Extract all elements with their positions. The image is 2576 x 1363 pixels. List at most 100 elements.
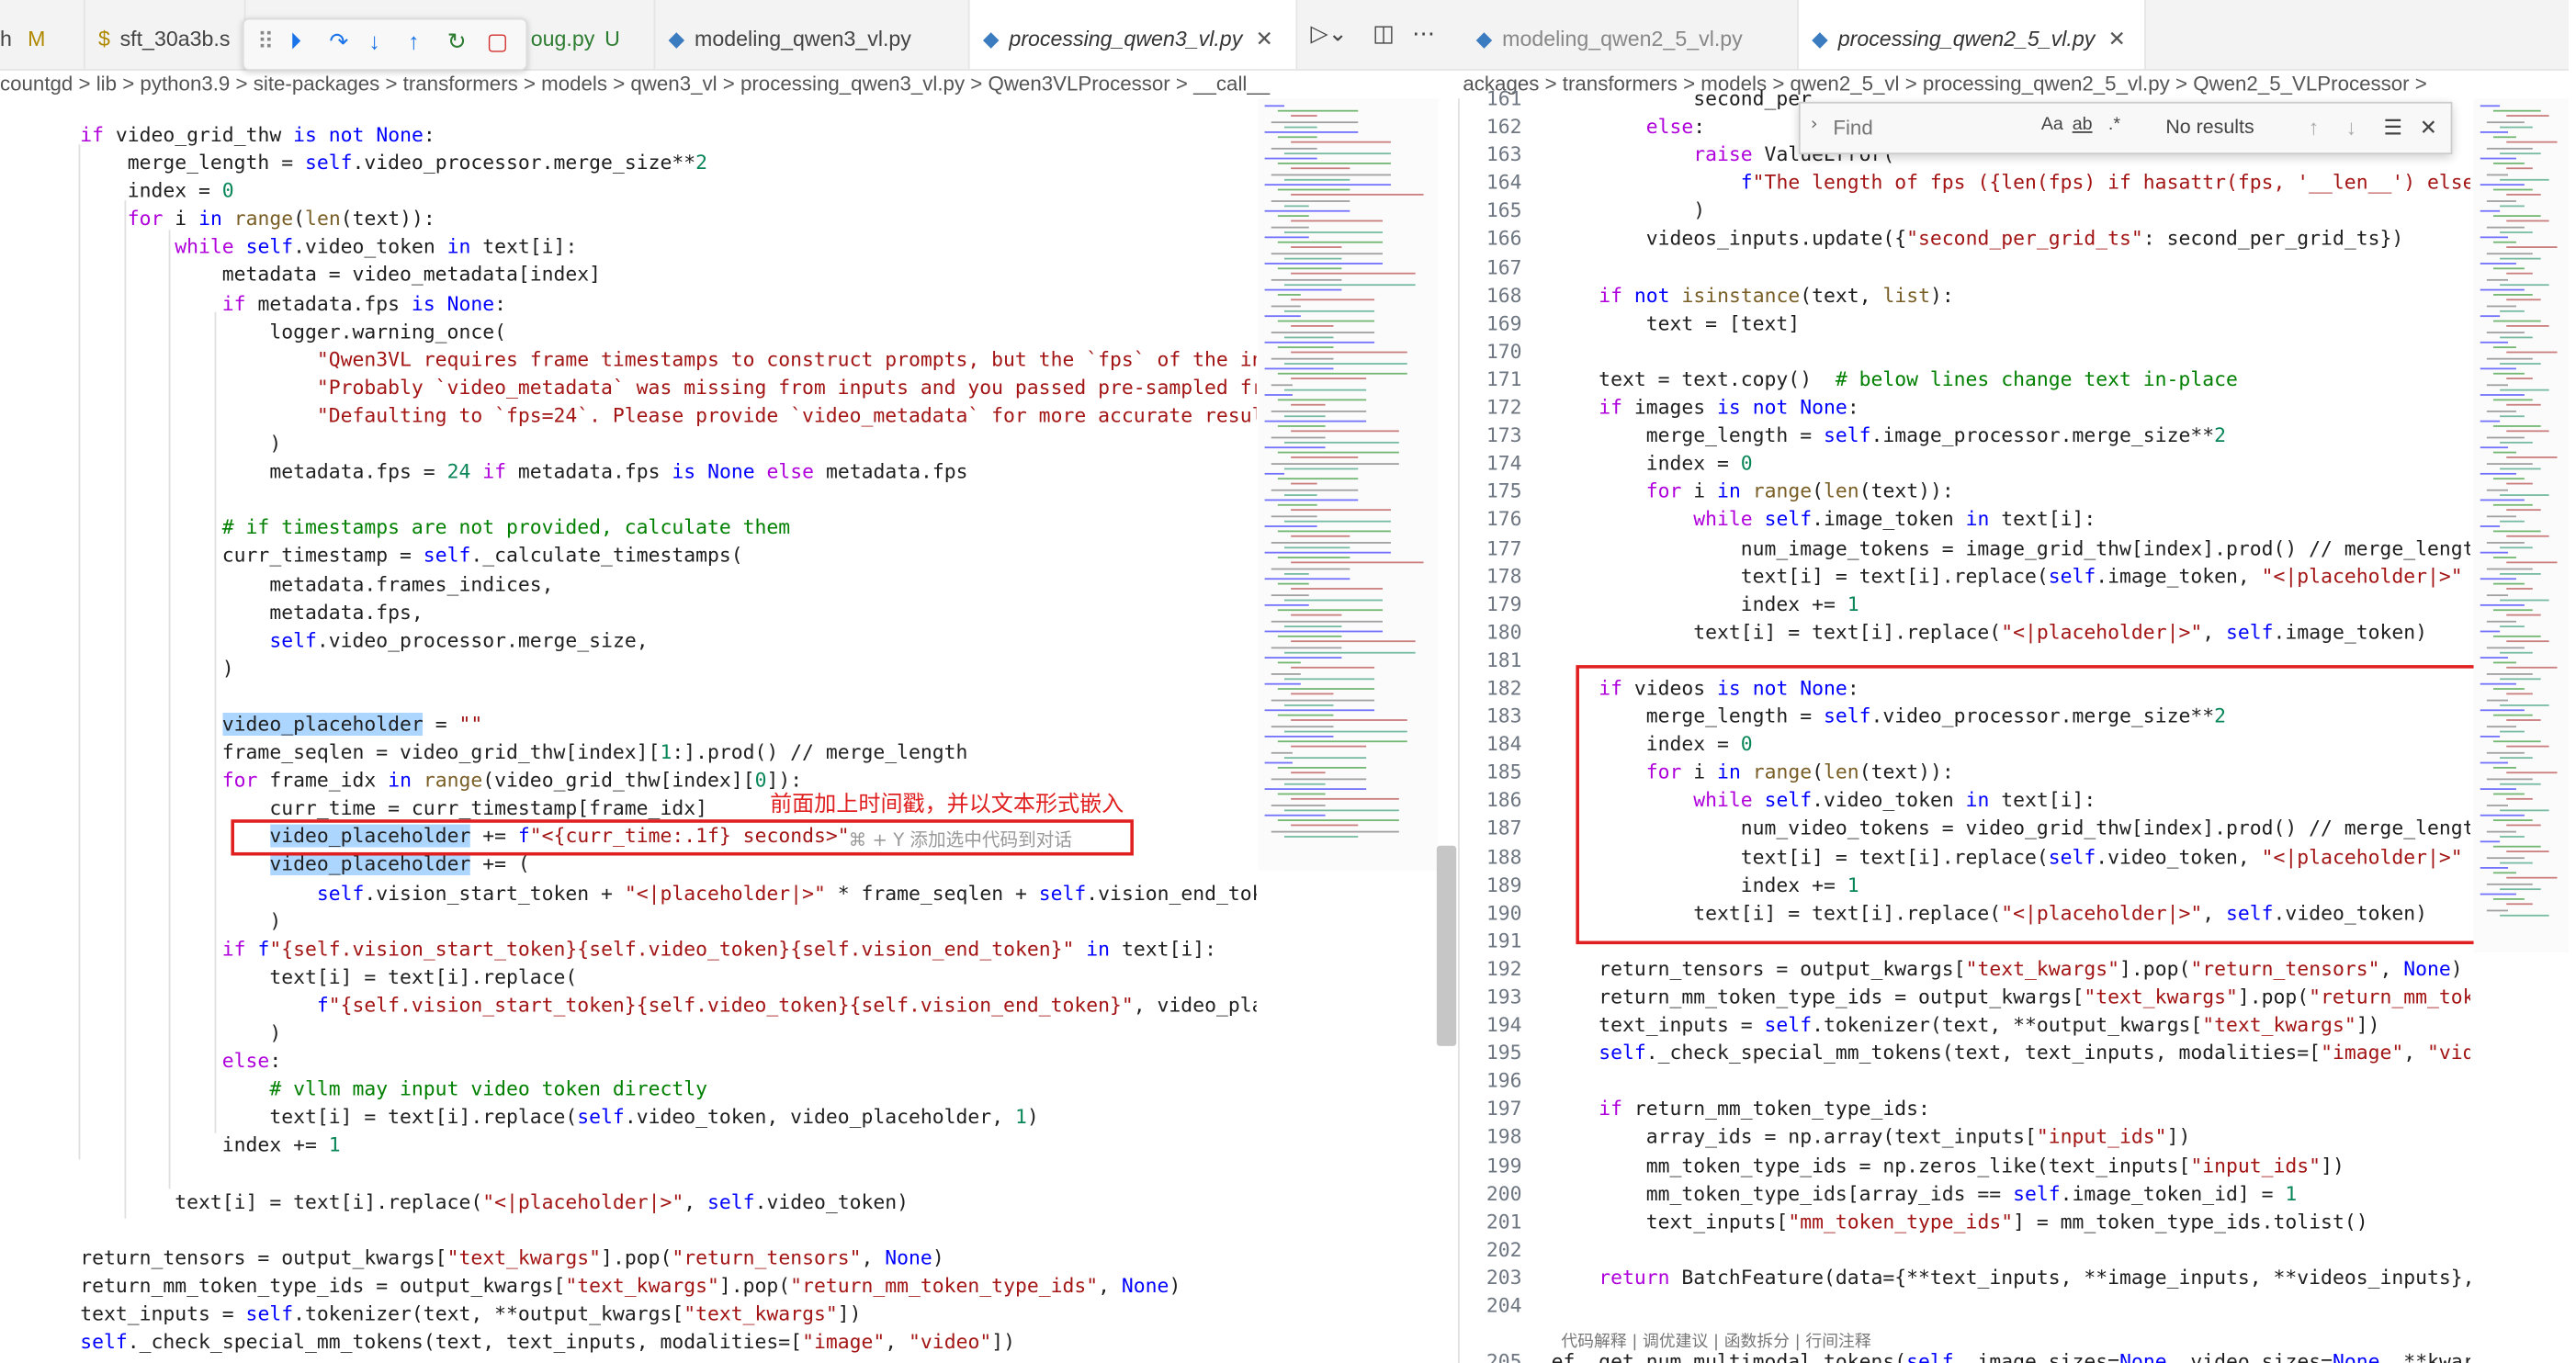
code-line[interactable]: while self.video_token in text[i]: <box>33 234 1257 263</box>
code-line[interactable]: ) <box>33 430 1257 458</box>
split-editor-icon[interactable]: ◫ <box>1373 19 1395 47</box>
code-line[interactable]: # if timestamps are not provided, calcul… <box>33 514 1257 543</box>
code-line[interactable] <box>1552 1236 2470 1265</box>
code-line[interactable]: self.video_processor.merge_size, <box>33 626 1257 655</box>
code-line[interactable]: num_image_tokens = image_grid_thw[index]… <box>1552 535 2470 563</box>
tab-processing-qwen3[interactable]: ◆ processing_qwen3_vl.py ✕ <box>969 0 1298 70</box>
code-line[interactable]: "Defaulting to `fps=24`. Please provide … <box>33 402 1257 431</box>
code-line[interactable]: for i in range(len(text)): <box>33 206 1257 234</box>
code-line[interactable]: ) <box>1552 197 2470 226</box>
tab-modeling-qwen3[interactable]: ◆ modeling_qwen3_vl.py <box>655 0 970 70</box>
ai-code-lens[interactable]: 代码解释 | 调优建议 | 函数拆分 | 行间注释 <box>1561 1327 1870 1352</box>
close-icon[interactable]: ✕ <box>1256 27 1273 51</box>
code-line[interactable]: if metadata.fps is None: <box>33 290 1257 319</box>
code-line[interactable]: # vllm may input video token directly <box>33 1076 1257 1104</box>
code-line[interactable] <box>1552 253 2470 282</box>
code-line[interactable]: if images is not None: <box>1552 394 2470 422</box>
code-line[interactable]: while self.image_token in text[i]: <box>1552 506 2470 535</box>
code-line[interactable]: f"{self.vision_start_token}{self.video_t… <box>33 992 1257 1020</box>
continue-icon[interactable]: ⏵ <box>290 28 301 55</box>
close-icon[interactable]: ✕ <box>2420 115 2437 141</box>
code-line[interactable] <box>33 487 1257 515</box>
code-line[interactable]: array_ids = np.array(text_inputs["input_… <box>1552 1124 2470 1153</box>
tab-modeling-qwen2_5[interactable]: ◆ modeling_qwen2_5_vl.py <box>1463 0 1799 70</box>
stop-icon[interactable]: ▢ <box>487 28 509 55</box>
chevron-right-icon[interactable]: › <box>1809 113 1820 134</box>
code-line[interactable]: text_inputs = self.tokenizer(text, **out… <box>33 1301 1257 1329</box>
tab-sft[interactable]: $ sft_30a3b.s <box>85 0 246 70</box>
code-line[interactable]: text[i] = text[i].replace("<|placeholder… <box>33 1188 1257 1217</box>
editor-split-divider[interactable] <box>1458 98 1460 1363</box>
regex-toggle[interactable]: .* <box>2108 115 2120 134</box>
step-over-icon[interactable]: ↷ <box>329 28 348 55</box>
code-line[interactable]: index += 1 <box>1552 591 2470 619</box>
code-line[interactable]: return_mm_token_type_ids = output_kwargs… <box>1552 984 2470 1012</box>
code-line[interactable]: videos_inputs.update({"second_per_grid_t… <box>1552 226 2470 254</box>
code-line[interactable]: "Probably `video_metadata` was missing f… <box>33 374 1257 402</box>
code-line[interactable]: frame_seqlen = video_grid_thw[index][1:]… <box>33 739 1257 768</box>
code-line[interactable]: f"The length of fps ({len(fps) if hasatt… <box>1552 170 2470 198</box>
minimap-left[interactable] <box>1258 98 1439 871</box>
code-line[interactable] <box>1552 1068 2470 1097</box>
scrollbar-left[interactable] <box>1436 845 1457 1046</box>
code-line[interactable]: "Qwen3VL requires frame timestamps to co… <box>33 346 1257 375</box>
code-line[interactable]: ) <box>33 1019 1257 1048</box>
code-line[interactable] <box>33 1160 1257 1188</box>
code-line[interactable]: metadata.fps, <box>33 599 1257 627</box>
code-line[interactable]: index = 0 <box>1552 450 2470 479</box>
code-line[interactable]: self._check_special_mm_tokens(text, text… <box>33 1329 1257 1357</box>
left-code-editor[interactable]: if video_grid_thw is not None: merge_len… <box>33 121 1257 1363</box>
run-icon[interactable]: ▷⌄ <box>1311 19 1348 47</box>
code-line[interactable]: metadata.fps = 24 if metadata.fps is Non… <box>33 458 1257 487</box>
code-line[interactable]: index = 0 <box>33 177 1257 206</box>
code-line[interactable]: return_tensors = output_kwargs["text_kwa… <box>33 1245 1257 1273</box>
code-line[interactable] <box>33 1216 1257 1245</box>
code-line[interactable]: else: <box>33 1048 1257 1076</box>
code-line[interactable]: return BatchFeature(data={**text_inputs,… <box>1552 1265 2470 1293</box>
code-line[interactable]: metadata.frames_indices, <box>33 570 1257 599</box>
code-line[interactable] <box>1552 338 2470 366</box>
code-line[interactable]: text = text.copy() # below lines change … <box>1552 366 2470 395</box>
more-actions-icon[interactable]: ⋯ <box>1412 19 1435 47</box>
restart-icon[interactable]: ↻ <box>447 28 467 55</box>
code-line[interactable]: self._check_special_mm_tokens(text, text… <box>1552 1040 2470 1068</box>
code-line[interactable]: text_inputs["mm_token_type_ids"] = mm_to… <box>1552 1208 2470 1236</box>
code-line[interactable]: if return_mm_token_type_ids: <box>1552 1096 2470 1124</box>
code-line[interactable]: text[i] = text[i].replace(self.video_tok… <box>33 1104 1257 1132</box>
code-line[interactable]: self.vision_start_token + "<|placeholder… <box>33 880 1257 908</box>
minimap-right[interactable] <box>2473 98 2569 953</box>
code-line[interactable] <box>1552 1292 2470 1321</box>
code-line[interactable]: return_tensors = output_kwargs["text_kwa… <box>1552 955 2470 984</box>
step-out-icon[interactable]: ↑ <box>408 28 419 54</box>
code-line[interactable]: text = [text] <box>1552 310 2470 338</box>
code-line[interactable]: merge_length = self.video_processor.merg… <box>33 150 1257 178</box>
code-line[interactable]: video_placeholder = "" <box>33 711 1257 739</box>
tab-h[interactable]: h M <box>0 0 85 70</box>
find-in-selection-icon[interactable]: ☰ <box>2383 115 2402 141</box>
code-line[interactable]: if f"{self.vision_start_token}{self.vide… <box>33 936 1257 964</box>
step-into-icon[interactable]: ↓ <box>368 28 379 54</box>
arrow-up-icon[interactable]: ↑ <box>2308 115 2319 140</box>
code-line[interactable]: curr_timestamp = self._calculate_timesta… <box>33 543 1257 571</box>
find-input[interactable] <box>1829 109 2148 147</box>
code-line[interactable] <box>33 683 1257 712</box>
close-icon[interactable]: ✕ <box>2108 27 2126 51</box>
arrow-down-icon[interactable]: ↓ <box>2345 115 2356 140</box>
code-line[interactable]: ) <box>33 907 1257 936</box>
code-line[interactable]: logger.warning_once( <box>33 318 1257 346</box>
match-word-toggle[interactable]: ab <box>2073 115 2093 134</box>
code-line[interactable]: mm_token_type_ids = np.zeros_like(text_i… <box>1552 1152 2470 1180</box>
tab-bug[interactable]: oug.py U <box>525 0 656 70</box>
code-line[interactable]: text[i] = text[i].replace( <box>33 963 1257 992</box>
code-line[interactable]: mm_token_type_ids[array_ids == self.imag… <box>1552 1180 2470 1209</box>
code-line[interactable]: text_inputs = self.tokenizer(text, **out… <box>1552 1012 2470 1041</box>
breadcrumb-left[interactable]: countgd > lib > python3.9 > site-package… <box>0 69 1454 98</box>
code-line[interactable]: if not isinstance(text, list): <box>1552 282 2470 310</box>
match-case-toggle[interactable]: Aa <box>2041 115 2063 134</box>
drag-handle-icon[interactable]: ⠿ <box>257 28 274 55</box>
code-line[interactable]: text[i] = text[i].replace(self.image_tok… <box>1552 563 2470 591</box>
code-line[interactable]: if video_grid_thw is not None: <box>33 121 1257 150</box>
code-line[interactable]: for i in range(len(text)): <box>1552 479 2470 507</box>
tab-processing-qwen2_5[interactable]: ◆ processing_qwen2_5_vl.py ✕ <box>1798 0 2146 70</box>
code-line[interactable]: metadata = video_metadata[index] <box>33 262 1257 290</box>
